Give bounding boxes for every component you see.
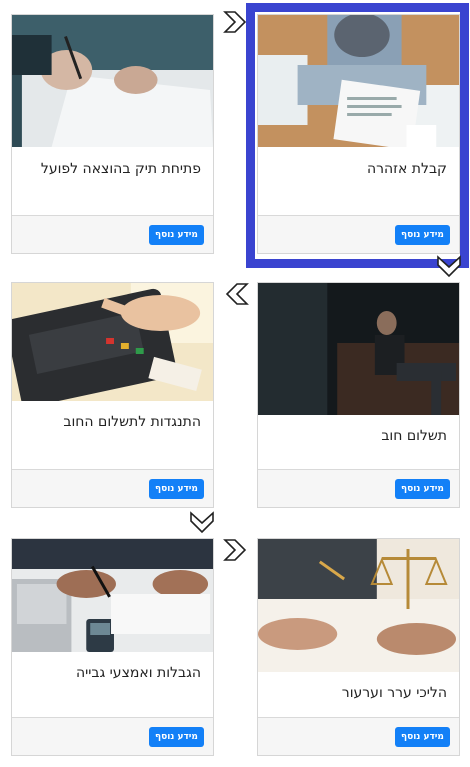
more-info-button[interactable]: מידע נוסף — [149, 479, 204, 499]
card-footer: מידע נוסף — [258, 469, 459, 507]
step-title: קבלת אזהרה — [366, 161, 447, 177]
more-info-button[interactable]: מידע נוסף — [395, 727, 450, 747]
step-title: פתיחת תיק בהוצאה לפועל — [40, 161, 201, 177]
man-on-sofa-photo — [258, 283, 459, 415]
chevron-right-icon — [222, 538, 248, 562]
step-card-pay-debt[interactable]: תשלום חוב מידע נוסף — [257, 282, 460, 508]
more-info-button[interactable]: מידע נוסף — [395, 479, 450, 499]
step-card-open-case[interactable]: פתיחת תיק בהוצאה לפועל מידע נוסף — [11, 14, 214, 254]
step-title: התנגדות לתשלום החוב — [63, 414, 201, 430]
step-title: הגבלות ואמצעי גבייה — [75, 665, 201, 681]
step-card-object-payment[interactable]: התנגדות לתשלום החוב מידע נוסף — [11, 282, 214, 508]
card-footer: מידע נוסף — [12, 469, 213, 507]
step-title: תשלום חוב — [381, 428, 447, 444]
more-info-button[interactable]: מידע נוסף — [395, 225, 450, 245]
calculator-laptop-photo — [12, 539, 213, 652]
more-info-button[interactable]: מידע נוסף — [149, 727, 204, 747]
chevron-right-icon — [222, 10, 248, 34]
step-title: הליכי ערר וערעור — [341, 685, 447, 701]
card-payment-terminal-photo — [12, 283, 213, 401]
signing-document-photo — [12, 15, 213, 147]
chevron-down-icon — [436, 254, 462, 278]
scales-of-justice-photo — [258, 539, 459, 672]
chevron-down-icon — [189, 510, 215, 534]
chevron-left-icon — [224, 282, 250, 306]
card-footer: מידע נוסף — [258, 215, 459, 253]
step-card-warning[interactable]: קבלת אזהרה מידע נוסף — [257, 14, 460, 254]
card-footer: מידע נוסף — [258, 717, 459, 755]
step-card-collection-measures[interactable]: הגבלות ואמצעי גבייה מידע נוסף — [11, 538, 214, 756]
document-review-photo — [258, 15, 459, 147]
step-card-appeal[interactable]: הליכי ערר וערעור מידע נוסף — [257, 538, 460, 756]
more-info-button[interactable]: מידע נוסף — [149, 225, 204, 245]
card-footer: מידע נוסף — [12, 215, 213, 253]
card-footer: מידע נוסף — [12, 717, 213, 755]
